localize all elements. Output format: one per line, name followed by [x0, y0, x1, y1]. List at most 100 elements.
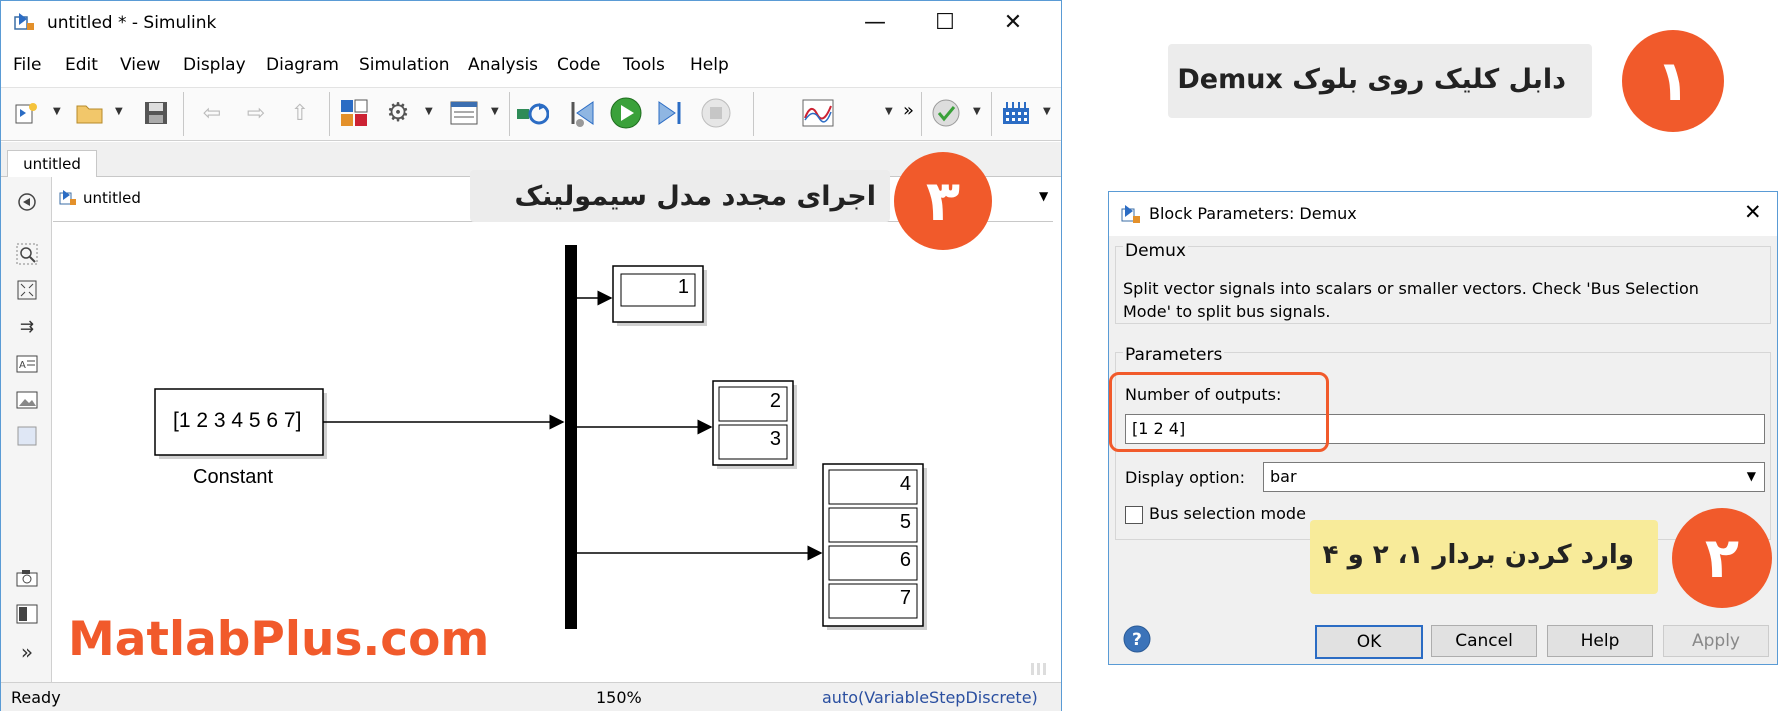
menu-display[interactable]: Display: [183, 55, 246, 75]
step1-text: دابل کلیک روی بلوک Demux: [1177, 64, 1566, 95]
menu-file[interactable]: File: [13, 55, 41, 75]
display2-value-2: 3: [769, 428, 781, 450]
svg-text:A: A: [19, 360, 26, 371]
step3-note: اجرای مجدد مدل سیمولینک: [470, 170, 890, 222]
display-option-label: Display option:: [1125, 468, 1246, 487]
step-back-icon[interactable]: [565, 96, 599, 130]
bus-selection-checkbox[interactable]: [1125, 506, 1143, 524]
scope-icon[interactable]: [801, 96, 835, 130]
new-model-icon[interactable]: [9, 96, 43, 130]
chevron-down-icon: ▼: [1746, 469, 1756, 483]
menu-simulation[interactable]: Simulation: [359, 55, 450, 75]
status-bar: Ready 150% auto(VariableStepDiscrete): [1, 682, 1061, 711]
open-folder-icon[interactable]: [73, 96, 107, 130]
address-dropdown-icon[interactable]: ▼: [1039, 189, 1048, 203]
watermark: MatlabPlus.com: [68, 612, 490, 667]
menu-analysis[interactable]: Analysis: [468, 55, 538, 75]
ok-button[interactable]: OK: [1315, 625, 1423, 659]
demux-group-label: Demux: [1123, 241, 1188, 261]
dialog-logo-icon: [1121, 204, 1141, 224]
menu-view[interactable]: View: [120, 55, 160, 75]
display3-value-1: 4: [899, 473, 911, 495]
update-diagram-icon[interactable]: [515, 96, 549, 130]
menu-bar: File Edit View Display Diagram Simulatio…: [1, 51, 1061, 79]
display3-value-2: 5: [899, 511, 911, 533]
open-dropdown-icon[interactable]: ▼: [115, 106, 123, 117]
svg-text:?: ?: [1132, 630, 1142, 650]
dialog-close-icon[interactable]: ✕: [1744, 200, 1762, 224]
title-bar: untitled * - Simulink — ☐ ✕: [1, 1, 1061, 47]
status-zoom: 150%: [596, 688, 642, 707]
forward-icon[interactable]: ⇨: [239, 96, 273, 130]
menu-code[interactable]: Code: [557, 55, 601, 75]
menu-tools[interactable]: Tools: [623, 55, 665, 75]
menu-diagram[interactable]: Diagram: [266, 55, 339, 75]
cancel-button[interactable]: Cancel: [1431, 625, 1537, 657]
breadcrumb[interactable]: untitled: [83, 189, 141, 207]
route-lines-icon[interactable]: ⇉: [14, 314, 40, 340]
apply-button[interactable]: Apply: [1663, 625, 1769, 657]
display1-value: 1: [677, 276, 689, 298]
close-button[interactable]: ✕: [991, 7, 1035, 39]
help-button[interactable]: Help: [1547, 625, 1653, 657]
library-browser-icon[interactable]: [337, 96, 371, 130]
save-icon[interactable]: [139, 96, 173, 130]
property-inspector-icon[interactable]: [14, 601, 40, 627]
run-icon[interactable]: [609, 96, 643, 130]
status-solver[interactable]: auto(VariableStepDiscrete): [822, 688, 1038, 707]
step3-text: اجرای مجدد مدل سیمولینک: [514, 181, 876, 212]
model-settings-icon[interactable]: ⚙: [381, 96, 415, 130]
hide-explorer-icon[interactable]: [14, 189, 40, 215]
parameters-group-label: Parameters: [1123, 345, 1225, 365]
help-question-icon[interactable]: ?: [1123, 625, 1151, 653]
hardware-board-icon[interactable]: [999, 96, 1033, 130]
display-option-select[interactable]: bar ▼: [1263, 462, 1765, 492]
model-advisor-icon[interactable]: [929, 96, 963, 130]
left-toolbar-overflow-icon[interactable]: »: [14, 639, 40, 665]
step2-note: وارد کردن بردار ۱، ۲ و ۴: [1310, 520, 1658, 594]
bus-selection-label: Bus selection mode: [1149, 504, 1306, 523]
step3-badge: ۳: [894, 152, 992, 250]
up-icon[interactable]: ⇧: [283, 96, 317, 130]
zoom-in-icon[interactable]: [14, 241, 40, 267]
new-dropdown-icon[interactable]: ▼: [53, 106, 61, 117]
constant-value: [1 2 3 4 5 6 7]: [173, 409, 302, 432]
display-option-value: bar: [1270, 467, 1297, 486]
step1-note: دابل کلیک روی بلوک Demux: [1168, 44, 1592, 118]
stop-icon[interactable]: [699, 96, 733, 130]
simulink-window: untitled * - Simulink — ☐ ✕ File Edit Vi…: [0, 0, 1062, 711]
demux-block[interactable]: [565, 245, 577, 629]
simulink-logo-icon: [13, 11, 35, 33]
hardware-dropdown-icon[interactable]: ▼: [1043, 106, 1051, 117]
model-explorer-icon[interactable]: [447, 96, 481, 130]
annotation-icon[interactable]: A: [14, 351, 40, 377]
step-forward-icon[interactable]: [653, 96, 687, 130]
display3-value-3: 6: [899, 549, 911, 571]
tab-untitled[interactable]: untitled: [7, 150, 97, 177]
constant-label: Constant: [193, 466, 274, 488]
dialog-title: Block Parameters: Demux: [1149, 204, 1357, 223]
camera-icon[interactable]: [14, 565, 40, 591]
advisor-dropdown-icon[interactable]: ▼: [973, 106, 981, 117]
minimize-button[interactable]: —: [853, 7, 897, 39]
area-icon[interactable]: [14, 423, 40, 449]
image-icon[interactable]: [14, 387, 40, 413]
toolbar: ▼ ▼ ⇦ ⇨ ⇧ ⚙ ▼ ▼ ▼ » ▼ ▼: [1, 87, 1061, 141]
toolbar-overflow-icon[interactable]: »: [903, 100, 914, 121]
explorer-dropdown-icon[interactable]: ▼: [491, 106, 499, 117]
menu-help[interactable]: Help: [690, 55, 729, 75]
fit-to-view-icon[interactable]: [14, 277, 40, 303]
settings-dropdown-icon[interactable]: ▼: [425, 106, 433, 117]
model-icon: [59, 189, 77, 207]
menu-edit[interactable]: Edit: [65, 55, 98, 75]
back-icon[interactable]: ⇦: [195, 96, 229, 130]
step2-badge: ۲: [1672, 508, 1772, 608]
left-toolbar: ⇉ A »: [1, 177, 52, 682]
status-ready: Ready: [11, 688, 61, 707]
display3-value-4: 7: [899, 587, 911, 609]
model-canvas[interactable]: [1 2 3 4 5 6 7] Constant 1 2 3 4 5 6 7: [53, 223, 1053, 675]
step1-badge: ۱: [1622, 30, 1724, 132]
maximize-button[interactable]: ☐: [923, 7, 967, 39]
dialog-description: Split vector signals into scalars or sma…: [1123, 279, 1699, 321]
scope-dropdown-icon[interactable]: ▼: [885, 106, 893, 117]
